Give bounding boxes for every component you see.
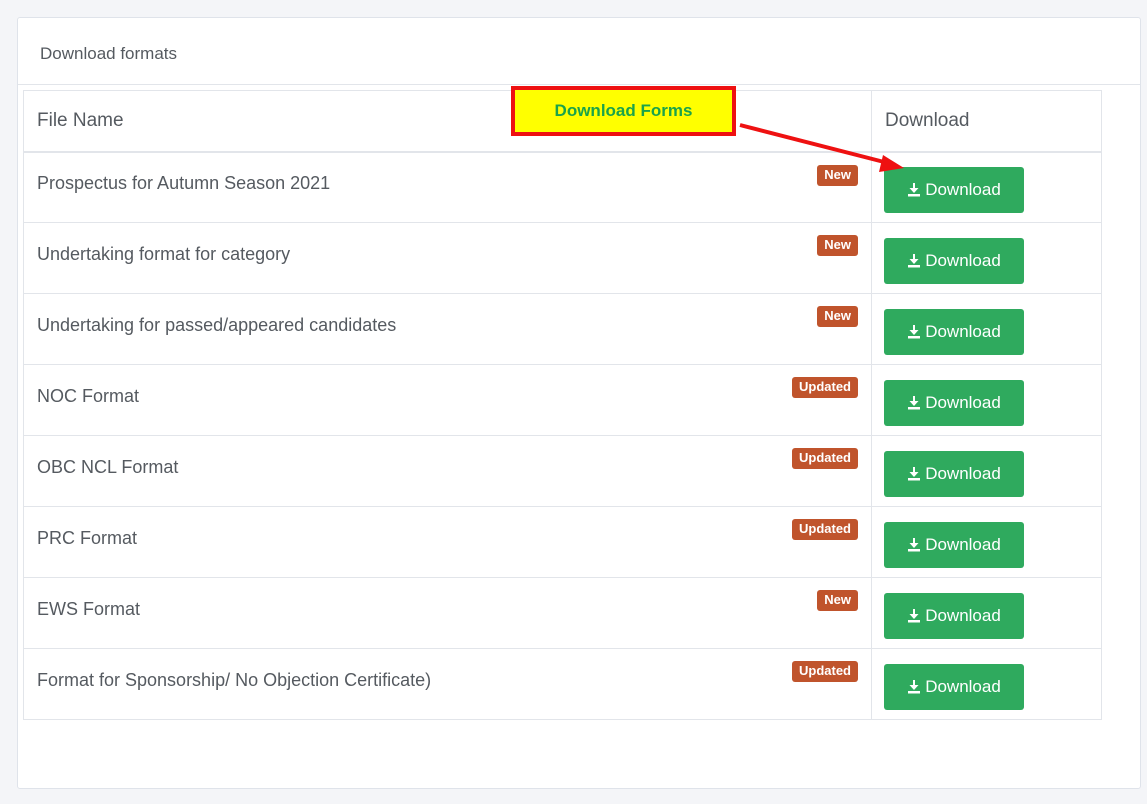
download-icon — [908, 325, 921, 339]
file-name-cell: Undertaking for passed/appeared candidat… — [23, 293, 872, 365]
download-icon — [908, 396, 921, 410]
download-icon — [908, 538, 921, 552]
table-row: EWS Format New Download — [23, 577, 1102, 649]
file-name-cell: Format for Sponsorship/ No Objection Cer… — [23, 648, 872, 720]
download-button[interactable]: Download — [884, 238, 1024, 284]
status-badge: Updated — [792, 661, 858, 682]
download-button[interactable]: Download — [884, 167, 1024, 214]
callout-label: Download Forms — [554, 101, 693, 120]
download-icon — [908, 183, 921, 197]
download-cell: Download — [871, 506, 1102, 578]
download-button[interactable]: Download — [884, 593, 1024, 639]
file-name: NOC Format — [37, 385, 140, 406]
file-name: OBC NCL Format — [37, 456, 179, 477]
download-button-label: Download — [925, 535, 1001, 554]
download-cell: Download — [871, 648, 1102, 720]
status-badge: New — [817, 164, 858, 186]
panel-title: Download formats — [18, 18, 1140, 85]
file-name-cell: Undertaking format for category New — [23, 222, 872, 294]
download-button[interactable]: Download — [884, 451, 1024, 497]
download-formats-table: File Name Download Prospectus for Autumn… — [23, 90, 1102, 720]
download-forms-callout: Download Forms — [511, 86, 736, 136]
table-row: PRC Format Updated Download — [23, 506, 1102, 578]
status-badge: New — [817, 590, 858, 611]
table-row: Undertaking format for category New Downlo… — [23, 222, 1102, 294]
table-row: NOC Format Updated Download — [23, 364, 1102, 436]
download-cell: Download — [871, 364, 1102, 436]
download-icon — [908, 254, 921, 268]
file-name: Prospectus for Autumn Season 2021 — [37, 172, 331, 193]
download-button-label: Download — [925, 180, 1001, 200]
download-button-label: Download — [925, 393, 1001, 412]
file-name: Undertaking format for category — [37, 243, 291, 264]
download-cell: Download — [871, 222, 1102, 294]
download-icon — [908, 680, 921, 694]
table-row: Prospectus for Autumn Season 2021 New Down… — [23, 151, 1102, 223]
download-button-label: Download — [925, 606, 1001, 625]
download-button-label: Download — [925, 251, 1001, 270]
download-icon — [908, 467, 921, 481]
file-name: PRC Format — [37, 527, 138, 548]
table-row: OBC NCL Format Updated Download — [23, 435, 1102, 507]
status-badge: New — [817, 306, 858, 327]
status-badge: Updated — [792, 519, 858, 540]
status-badge: Updated — [792, 448, 858, 469]
download-button[interactable]: Download — [884, 380, 1024, 426]
file-name: Undertaking for passed/appeared candidat… — [37, 314, 397, 335]
status-badge: New — [817, 235, 858, 256]
file-name: Format for Sponsorship/ No Objection Cer… — [37, 669, 432, 690]
download-icon — [908, 609, 921, 623]
file-name-cell: Prospectus for Autumn Season 2021 New — [23, 151, 872, 223]
status-badge: Updated — [792, 377, 858, 398]
download-button[interactable]: Download — [884, 522, 1024, 568]
download-button[interactable]: Download — [884, 309, 1024, 355]
table-row: Format for Sponsorship/ No Objection Cer… — [23, 648, 1102, 720]
download-button-label: Download — [925, 677, 1001, 696]
download-button[interactable]: Download — [884, 664, 1024, 710]
file-name-cell: NOC Format Updated — [23, 364, 872, 436]
download-cell: Download — [871, 293, 1102, 365]
download-button-label: Download — [925, 322, 1001, 341]
table-row: Undertaking for passed/appeared candidat… — [23, 293, 1102, 365]
file-name-cell: PRC Format Updated — [23, 506, 872, 578]
column-header-file-name: File Name — [23, 90, 872, 153]
file-name-cell: EWS Format New — [23, 577, 872, 649]
download-cell: Download — [871, 577, 1102, 649]
download-cell: Download — [871, 151, 1102, 223]
download-cell: Download — [871, 435, 1102, 507]
file-name-cell: OBC NCL Format Updated — [23, 435, 872, 507]
file-name: EWS Format — [37, 598, 141, 619]
column-header-download: Download — [871, 90, 1102, 153]
download-button-label: Download — [925, 464, 1001, 483]
